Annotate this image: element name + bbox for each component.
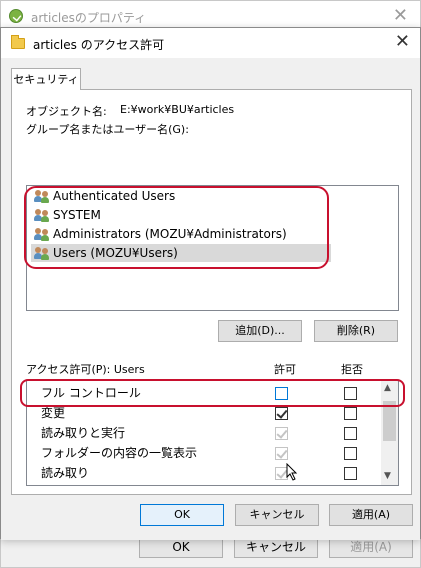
- security-tab-panel: オブジェクト名: E:¥work¥BU¥articles グループ名またはユーザ…: [11, 89, 412, 495]
- dialog-close-icon[interactable]: ✕: [395, 31, 410, 52]
- scroll-up-icon[interactable]: ▲: [384, 383, 391, 393]
- add-button[interactable]: 追加(D)...: [218, 320, 302, 342]
- users-icon: [34, 227, 50, 241]
- user-name: Authenticated Users: [53, 189, 176, 203]
- permissions-list: フル コントロール 変更 読み取りと実行 フォルダーの内容の一覧表示 読み取り …: [26, 380, 399, 486]
- deny-column-header: 拒否: [341, 363, 363, 376]
- permission-row: 変更: [27, 403, 383, 423]
- remove-button[interactable]: 削除(R): [314, 320, 398, 342]
- properties-app-icon: [9, 9, 23, 23]
- user-name: Administrators (MOZU¥Administrators): [53, 227, 287, 241]
- permission-row: 読み取り: [27, 463, 383, 483]
- list-item-user[interactable]: Administrators (MOZU¥Administrators): [31, 225, 391, 243]
- tab-security[interactable]: セキュリティ: [11, 68, 81, 90]
- mouse-cursor-icon: [286, 463, 298, 481]
- scroll-down-icon[interactable]: ▼: [384, 471, 391, 481]
- object-name-value: E:¥work¥BU¥articles: [120, 103, 235, 116]
- group-user-label: グループ名またはユーザー名(G):: [26, 123, 189, 136]
- folder-icon: [11, 35, 25, 49]
- allow-full-control-checkbox[interactable]: [275, 387, 288, 400]
- allow-modify-checkbox[interactable]: [275, 407, 288, 420]
- users-icon: [34, 208, 50, 222]
- permissions-dialog: articles のアクセス許可 ✕ セキュリティ オブジェクト名: E:¥wo…: [0, 27, 421, 540]
- permissions-label: アクセス許可(P): Users: [26, 363, 145, 376]
- scroll-thumb[interactable]: [383, 401, 396, 441]
- deny-modify-checkbox[interactable]: [344, 407, 357, 420]
- allow-column-header: 許可: [274, 363, 296, 376]
- permission-name: 読み取りと実行: [41, 426, 126, 440]
- permission-name: フル コントロール: [41, 386, 141, 400]
- cancel-button[interactable]: キャンセル: [235, 504, 319, 526]
- deny-full-control-checkbox[interactable]: [344, 387, 357, 400]
- dialog-title: articles のアクセス許可: [33, 38, 165, 52]
- users-icon: [34, 246, 50, 260]
- dialog-body: セキュリティ オブジェクト名: E:¥work¥BU¥articles グループ…: [1, 58, 420, 540]
- permission-name: 読み取り: [41, 466, 90, 480]
- apply-button[interactable]: 適用(A): [329, 504, 413, 526]
- object-name-label: オブジェクト名:: [26, 105, 107, 118]
- permission-name: 変更: [41, 406, 66, 420]
- list-item-user[interactable]: Authenticated Users: [31, 187, 391, 205]
- deny-read-execute-checkbox[interactable]: [344, 427, 357, 440]
- ok-button[interactable]: OK: [140, 504, 224, 526]
- allow-read-execute-checkbox: [275, 427, 288, 440]
- dialog-titlebar: articles のアクセス許可 ✕: [1, 28, 420, 58]
- properties-title: articlesのプロパティ: [31, 11, 147, 25]
- user-name: SYSTEM: [53, 208, 101, 222]
- permission-row: フル コントロール: [27, 383, 383, 403]
- properties-close-icon[interactable]: ✕: [393, 5, 408, 26]
- permissions-scrollbar[interactable]: ▲ ▼: [381, 381, 398, 485]
- list-item-user[interactable]: SYSTEM: [31, 206, 391, 224]
- deny-read-checkbox[interactable]: [344, 467, 357, 480]
- permission-row: 読み取りと実行: [27, 423, 383, 443]
- deny-list-folder-checkbox[interactable]: [344, 447, 357, 460]
- permission-name: フォルダーの内容の一覧表示: [41, 446, 198, 460]
- users-icon: [34, 189, 50, 203]
- permission-row: フォルダーの内容の一覧表示: [27, 443, 383, 463]
- list-item-user-selected[interactable]: Users (MOZU¥Users): [31, 244, 331, 262]
- allow-list-folder-checkbox: [275, 447, 288, 460]
- user-name: Users (MOZU¥Users): [53, 246, 178, 260]
- users-listbox[interactable]: Authenticated Users SYSTEM Administrator…: [26, 185, 399, 311]
